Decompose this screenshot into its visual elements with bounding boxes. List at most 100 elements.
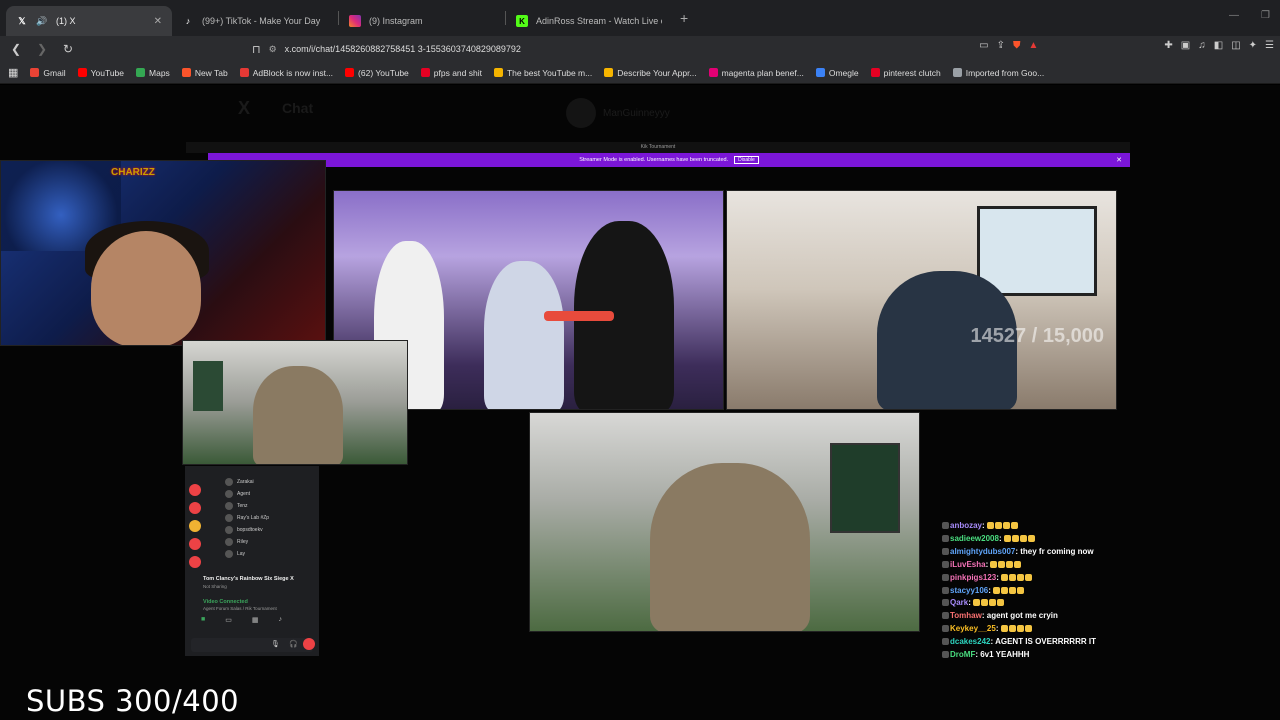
bookmark-item[interactable]: Omegle: [815, 68, 859, 78]
chat-username[interactable]: sadieew2008: [950, 534, 999, 543]
minimize-icon[interactable]: —: [1229, 10, 1239, 21]
chat-username[interactable]: Tomhaw: [950, 611, 982, 620]
tab-tiktok[interactable]: ♪ (99+) TikTok - Make Your Day: [172, 6, 338, 36]
bookmark-favicon-icon: [493, 68, 503, 77]
screen-share-icon[interactable]: ▭: [225, 616, 232, 624]
video-panel-room: 14527 / 15,000: [726, 190, 1117, 410]
voice-user[interactable]: bopsdtoekv: [225, 526, 263, 534]
server-icon[interactable]: [189, 556, 201, 568]
media-icon[interactable]: ♫: [1198, 40, 1206, 51]
bookmark-favicon-icon: [239, 68, 249, 77]
bookmark-item[interactable]: The best YouTube m...: [493, 68, 592, 78]
bookmark-item[interactable]: Maps: [136, 68, 170, 78]
chat-username[interactable]: pinkpigs123: [950, 573, 996, 582]
settings-icon[interactable]: [303, 638, 315, 650]
bookmark-label: Maps: [149, 67, 170, 78]
voice-user[interactable]: Tenz: [225, 502, 248, 510]
chat-username[interactable]: Keykey__25: [950, 624, 996, 633]
brave-rewards-icon[interactable]: ▲: [1028, 40, 1038, 51]
emote-icon: [1017, 573, 1025, 581]
chat-username[interactable]: DroMF: [950, 650, 975, 659]
bookmark-item[interactable]: Imported from Goo...: [952, 68, 1044, 78]
share-icon[interactable]: ⇪: [997, 40, 1005, 51]
bookmark-item[interactable]: Gmail: [30, 68, 66, 78]
avatar: [225, 526, 233, 534]
activity-subtitle: Not Sharing: [203, 584, 227, 589]
close-icon[interactable]: ✕: [154, 16, 162, 27]
new-tab-icon[interactable]: +: [672, 10, 696, 26]
chat-message: sadieew2008:: [942, 533, 1142, 546]
site-info-icon[interactable]: ⚙: [269, 44, 277, 55]
reload-icon[interactable]: ↻: [58, 39, 78, 59]
voice-user[interactable]: Agent: [225, 490, 250, 498]
soundboard-icon[interactable]: ♪: [278, 616, 282, 624]
emote-icon: [1001, 573, 1009, 581]
server-icon[interactable]: [189, 502, 201, 514]
tab-title: (1) X: [56, 16, 76, 26]
close-icon[interactable]: ✕: [1116, 156, 1122, 164]
bookmark-item[interactable]: magenta plan benef...: [708, 68, 804, 78]
bookmark-item[interactable]: pfps and shit: [420, 68, 482, 78]
emote-icon: [986, 522, 994, 529]
bookmark-item[interactable]: AdBlock is now inst...: [239, 68, 333, 78]
x-logo[interactable]: X: [238, 98, 250, 119]
chat-username[interactable]: dcakes242: [950, 637, 990, 646]
tab-instagram[interactable]: (9) Instagram: [339, 6, 505, 36]
bookmark-item[interactable]: (62) YouTube: [345, 68, 409, 78]
address-bar[interactable]: ⊓ ⚙ x.com/i/chat/1458260882758451 3-1553…: [252, 40, 1012, 58]
camera-icon[interactable]: ■: [201, 616, 205, 624]
server-icon[interactable]: [189, 520, 201, 532]
avatar[interactable]: [566, 98, 596, 128]
bookmark-item[interactable]: YouTube: [77, 67, 125, 78]
apps-grid-icon[interactable]: ▦: [8, 66, 18, 79]
voice-user[interactable]: Riley: [225, 538, 248, 546]
activities-icon[interactable]: ▦: [252, 616, 259, 624]
voice-user[interactable]: Lay: [225, 550, 245, 558]
server-icon[interactable]: [189, 538, 201, 550]
voice-user[interactable]: Zarakai: [225, 478, 254, 486]
tab-kick[interactable]: K AdinRoss Stream - Watch Live on Ki: [506, 6, 672, 36]
emote-icon: [1001, 586, 1009, 594]
chat-username[interactable]: Qark: [950, 598, 968, 607]
badge-icon: [942, 625, 949, 633]
person-image: [650, 463, 810, 631]
voice-controls: ■ ▭ ▦ ♪: [201, 616, 282, 624]
emote-icon: [1017, 586, 1025, 594]
maximize-icon[interactable]: ❐: [1261, 10, 1270, 21]
chat-username[interactable]: anbozay: [950, 521, 982, 530]
voice-user-name: bopsdtoekv: [237, 527, 263, 533]
badge-icon: [942, 547, 949, 555]
sidebar-icon[interactable]: ◧: [1214, 40, 1223, 51]
brave-shield-icon[interactable]: ⛊: [1013, 40, 1021, 51]
video-panel-streamer: [529, 412, 920, 632]
voice-user[interactable]: Ray's Lab #Zp: [225, 514, 269, 522]
bookmark-label: Describe Your Appr...: [617, 67, 697, 78]
headphones-icon[interactable]: 🎧: [289, 640, 298, 648]
bookmark-item[interactable]: Describe Your Appr...: [604, 67, 697, 78]
bookmark-icon[interactable]: ⊓: [252, 43, 261, 56]
back-icon[interactable]: ❮: [6, 39, 26, 59]
bookmark-item[interactable]: New Tab: [181, 68, 228, 78]
bookmark-item[interactable]: pinterest clutch: [870, 68, 941, 78]
url-text[interactable]: x.com/i/chat/1458260882758451 3-15536037…: [285, 44, 521, 54]
tab-x[interactable]: 𝕏 🔊 (1) X ✕: [6, 6, 172, 36]
extensions-icon[interactable]: ✚: [1164, 40, 1172, 51]
mic-icon[interactable]: 🎙: [271, 640, 280, 648]
emote-icon: [1014, 560, 1022, 568]
disable-button[interactable]: Disable: [734, 156, 759, 164]
chat-message: Tomhaw: agent got me cryin: [942, 610, 1142, 623]
chat-username[interactable]: almightydubs007: [950, 547, 1015, 556]
wallet-icon[interactable]: ▣: [1181, 40, 1190, 51]
leo-icon[interactable]: ✦: [1249, 40, 1257, 51]
voice-status: Video Connected: [203, 599, 248, 605]
avatar: [225, 502, 233, 510]
install-icon[interactable]: ▭: [979, 40, 988, 51]
bookmark-label: YouTube: [90, 67, 125, 78]
chat-username[interactable]: iLuvEsha: [950, 560, 986, 569]
forward-icon[interactable]: ❯: [32, 39, 52, 59]
vpn-icon[interactable]: ◫: [1231, 40, 1240, 51]
chat-username[interactable]: stacyy106: [950, 586, 988, 595]
speaker-icon[interactable]: 🔊: [36, 15, 48, 27]
server-icon[interactable]: [189, 484, 201, 496]
menu-icon[interactable]: ☰: [1265, 40, 1274, 51]
